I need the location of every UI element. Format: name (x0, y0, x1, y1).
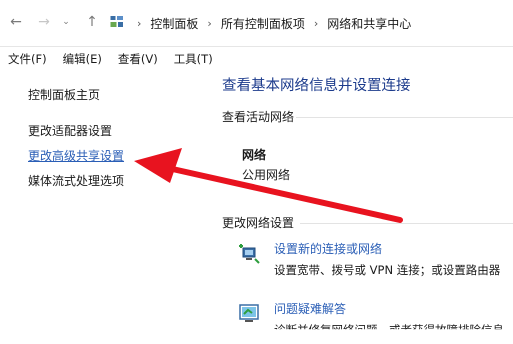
breadcrumb: › 控制面板 › 所有控制面板项 › 网络和共享中心 (128, 12, 411, 34)
task-troubleshoot: 问题疑难解答 诊断并修复网络问题，或者获得故障排除信息 (238, 300, 513, 344)
change-advanced-sharing-link[interactable]: 更改高级共享设置 (28, 147, 124, 164)
control-panel-home-link[interactable]: 控制面板主页 (28, 86, 100, 103)
change-adapter-settings-link[interactable]: 更改适配器设置 (28, 122, 112, 139)
breadcrumb-chevron-icon[interactable]: › (137, 17, 141, 30)
media-streaming-options-link[interactable]: 媒体流式处理选项 (28, 172, 124, 189)
back-arrow-icon[interactable]: ← (8, 14, 24, 30)
recent-locations-chevron-icon[interactable]: ⌄ (58, 14, 74, 30)
menu-file[interactable]: 文件(F) (0, 51, 55, 67)
section-divider (296, 117, 513, 118)
up-arrow-icon[interactable]: ↑ (84, 14, 100, 30)
breadcrumb-network-center[interactable]: 网络和共享中心 (327, 15, 411, 32)
forward-arrow-icon[interactable]: → (36, 14, 52, 30)
setup-new-connection-link[interactable]: 设置新的连接或网络 (274, 240, 382, 257)
breadcrumb-chevron-icon[interactable]: › (314, 17, 318, 30)
network-name: 网络 (242, 148, 267, 162)
main-content: 查看基本网络信息并设置连接 查看活动网络 网络 公用网络 更改网络设置 设置新的… (208, 72, 513, 344)
breadcrumb-chevron-icon[interactable]: › (207, 17, 211, 30)
breadcrumb-all-items[interactable]: 所有控制面板项 (221, 15, 305, 32)
address-bar: ← → ⌄ ↑ › 控制面板 › 所有控制面板项 › 网络和共享中心 (0, 0, 513, 47)
change-settings-header: 更改网络设置 (222, 216, 295, 230)
menu-tools[interactable]: 工具(T) (166, 51, 221, 67)
active-networks-header: 查看活动网络 (222, 110, 295, 124)
troubleshoot-icon (239, 304, 259, 322)
page-title: 查看基本网络信息并设置连接 (222, 78, 411, 94)
new-connection-icon (239, 244, 260, 264)
menu-edit[interactable]: 编辑(E) (55, 51, 110, 67)
task-new-connection: 设置新的连接或网络 设置宽带、拨号或 VPN 连接；或设置路由器 (238, 240, 513, 284)
troubleshoot-problems-link[interactable]: 问题疑难解答 (274, 300, 346, 317)
network-type: 公用网络 (242, 168, 291, 182)
menu-bar: 文件(F) 编辑(E) 查看(V) 工具(T) (0, 47, 513, 71)
left-nav-pane: 控制面板主页 更改适配器设置 更改高级共享设置 媒体流式处理选项 (0, 72, 200, 344)
section-divider (300, 223, 513, 224)
menu-view[interactable]: 查看(V) (110, 51, 166, 67)
troubleshoot-problems-desc: 诊断并修复网络问题，或者获得故障排除信息 (274, 323, 504, 337)
breadcrumb-control-panel[interactable]: 控制面板 (150, 15, 198, 32)
control-panel-icon (110, 16, 123, 27)
setup-new-connection-desc: 设置宽带、拨号或 VPN 连接；或设置路由器 (274, 263, 501, 277)
